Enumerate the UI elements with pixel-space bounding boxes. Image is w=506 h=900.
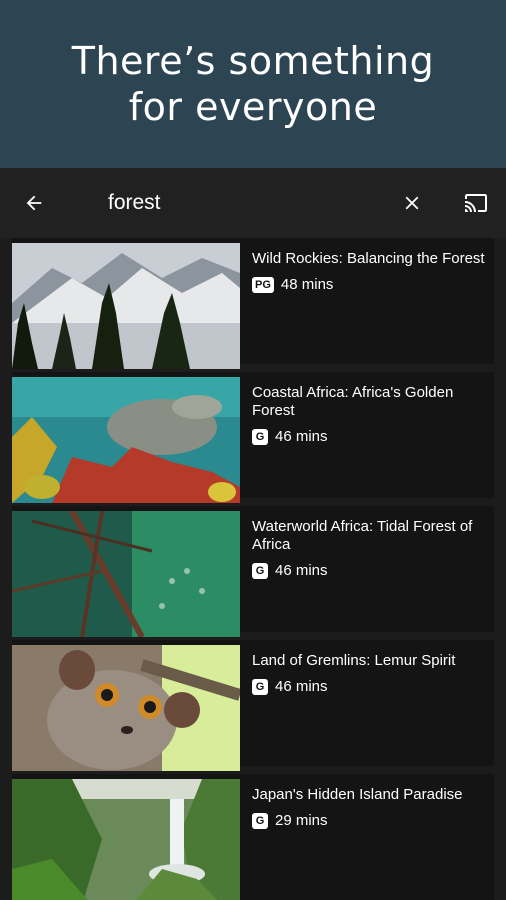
search-toolbar xyxy=(0,168,506,238)
search-results-list: Wild Rockies: Balancing the Forest PG 48… xyxy=(0,238,506,900)
result-info: Waterworld Africa: Tidal Forest of Afric… xyxy=(252,518,488,579)
result-title: Japan's Hidden Island Paradise xyxy=(252,786,463,803)
rating-badge: G xyxy=(252,562,268,579)
banner-line-1: There’s something xyxy=(71,39,435,83)
result-meta: G 46 mins xyxy=(252,562,488,579)
result-card[interactable]: Coastal Africa: Africa's Golden Forest G… xyxy=(12,372,494,503)
result-title: Land of Gremlins: Lemur Spirit xyxy=(252,652,456,669)
duration-label: 48 mins xyxy=(280,276,334,293)
clear-search-button[interactable] xyxy=(394,185,430,221)
thumbnail-image xyxy=(12,243,240,369)
result-card[interactable]: Japan's Hidden Island Paradise G 29 mins xyxy=(12,774,494,900)
back-button[interactable] xyxy=(16,185,52,221)
promo-banner: There’s something for everyone xyxy=(0,0,506,168)
result-info: Wild Rockies: Balancing the Forest PG 48… xyxy=(252,250,488,293)
thumbnail-image xyxy=(12,511,240,637)
result-meta: PG 48 mins xyxy=(252,276,488,293)
result-meta: G 46 mins xyxy=(252,428,488,445)
close-icon xyxy=(405,196,419,210)
result-card[interactable]: Wild Rockies: Balancing the Forest PG 48… xyxy=(12,238,494,369)
rating-badge: G xyxy=(252,428,268,445)
result-card[interactable]: Waterworld Africa: Tidal Forest of Afric… xyxy=(12,506,494,637)
duration-label: 46 mins xyxy=(275,562,328,579)
result-info: Land of Gremlins: Lemur Spirit G 46 mins xyxy=(252,652,488,695)
rating-badge: G xyxy=(252,678,268,695)
rating-badge: G xyxy=(252,812,268,829)
result-title: Coastal Africa: Africa's Golden Forest xyxy=(252,384,454,419)
result-title: Waterworld Africa: Tidal Forest of Afric… xyxy=(252,518,473,553)
banner-headline: There’s something for everyone xyxy=(72,38,435,130)
result-info: Japan's Hidden Island Paradise G 29 mins xyxy=(252,786,488,829)
arrow-back-icon xyxy=(26,195,42,211)
duration-label: 46 mins xyxy=(275,428,328,445)
thumbnail-image xyxy=(12,645,240,771)
thumbnail-image xyxy=(12,377,240,503)
search-input[interactable] xyxy=(108,188,378,218)
cast-icon xyxy=(465,194,487,212)
result-meta: G 46 mins xyxy=(252,678,488,695)
result-info: Coastal Africa: Africa's Golden Forest G… xyxy=(252,384,488,445)
result-meta: G 29 mins xyxy=(252,812,488,829)
banner-line-2: for everyone xyxy=(128,85,378,129)
duration-label: 29 mins xyxy=(275,812,328,829)
duration-label: 46 mins xyxy=(275,678,328,695)
rating-badge: PG xyxy=(252,276,274,293)
cast-button[interactable] xyxy=(456,185,496,221)
result-title: Wild Rockies: Balancing the Forest xyxy=(252,250,485,267)
result-card[interactable]: Land of Gremlins: Lemur Spirit G 46 mins xyxy=(12,640,494,771)
thumbnail-image xyxy=(12,779,240,900)
